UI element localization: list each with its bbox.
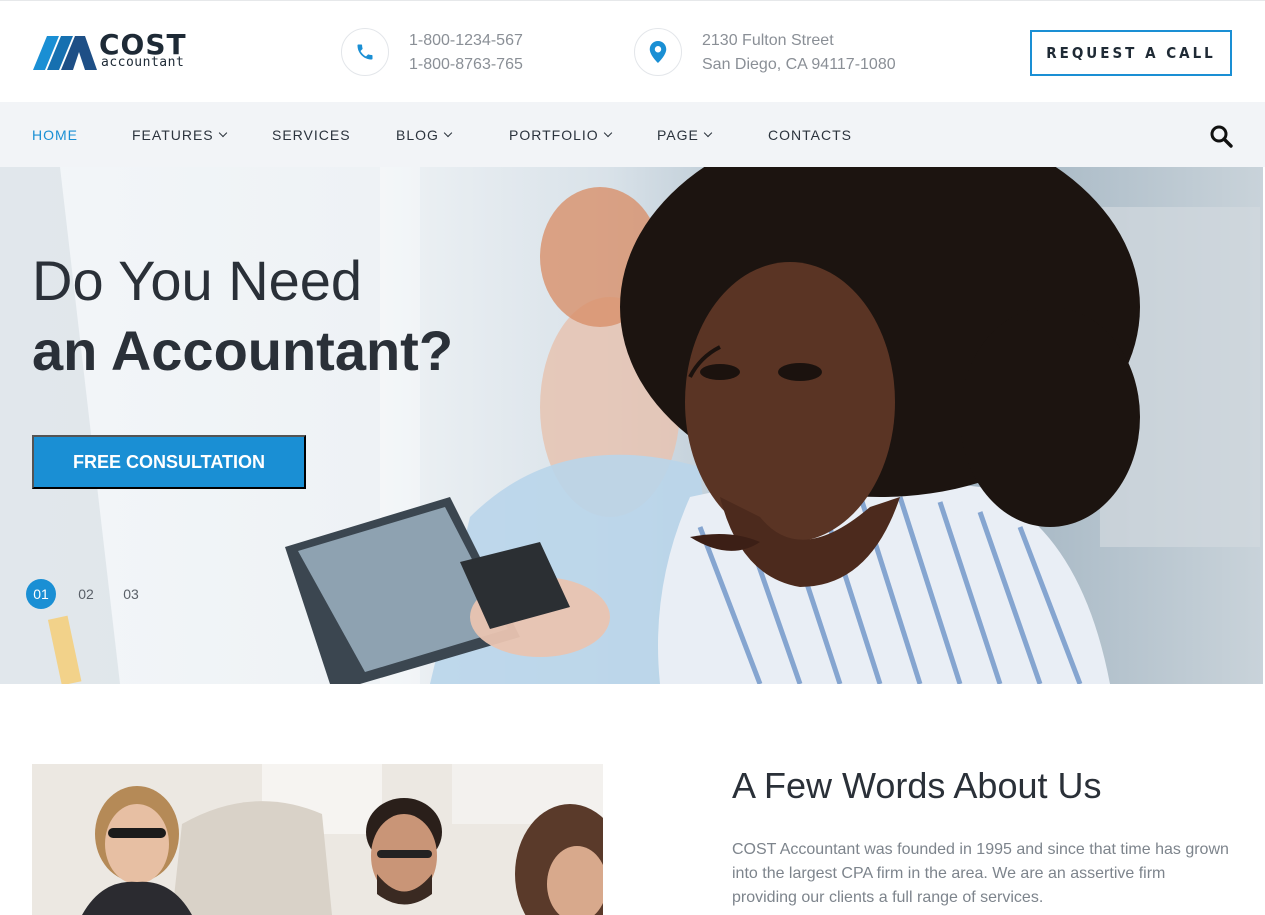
nav-item-portfolio[interactable]: PORTFOLIO xyxy=(509,102,612,167)
main-nav: HOME FEATURES SERVICES BLOG PORTFOLIO PA… xyxy=(0,102,1265,167)
chevron-down-icon xyxy=(443,128,453,138)
address-line-2: San Diego, CA 94117-1080 xyxy=(702,56,896,73)
chevron-down-icon xyxy=(218,128,227,138)
site-logo[interactable]: COST accountant xyxy=(33,29,203,73)
nav-item-label: CONTACTS xyxy=(768,126,852,143)
slide-indicator-3[interactable]: 03 xyxy=(116,579,146,609)
map-pin-icon xyxy=(634,28,682,76)
nav-item-contacts[interactable]: CONTACTS xyxy=(768,102,852,167)
nav-item-services[interactable]: SERVICES xyxy=(272,102,351,167)
about-team-photo xyxy=(32,764,603,915)
about-title: A Few Words About Us xyxy=(732,765,1102,806)
phone-icon xyxy=(341,28,389,76)
hero-photo xyxy=(0,167,1260,684)
chevron-down-icon xyxy=(703,128,713,138)
nav-item-label: HOME xyxy=(32,126,78,143)
chevron-down-icon xyxy=(603,128,612,138)
hero-title-line2: an Accountant? xyxy=(32,319,454,382)
hero-slider: Do You Need an Accountant? FREE CONSULTA… xyxy=(0,167,1263,684)
address-line-1: 2130 Fulton Street xyxy=(702,32,834,49)
nav-item-label: BLOG xyxy=(396,126,439,143)
team-photo-art xyxy=(32,764,603,915)
nav-item-blog[interactable]: BLOG xyxy=(396,102,453,167)
nav-item-label: PAGE xyxy=(657,126,699,143)
nav-item-page[interactable]: PAGE xyxy=(657,102,713,167)
slide-indicator-1[interactable]: 01 xyxy=(26,579,56,609)
nav-item-home[interactable]: HOME xyxy=(32,102,78,167)
nav-item-label: PORTFOLIO xyxy=(509,126,599,143)
phone-number-2[interactable]: 1-800-8763-765 xyxy=(409,53,523,77)
slide-indicator-2[interactable]: 02 xyxy=(71,579,101,609)
phone-number-1[interactable]: 1-800-1234-567 xyxy=(409,29,523,53)
nav-item-label: SERVICES xyxy=(272,126,351,143)
about-text: COST Accountant was founded in 1995 and … xyxy=(732,841,1229,906)
free-consultation-button[interactable]: FREE CONSULTATION xyxy=(32,435,306,489)
nav-item-features[interactable]: FEATURES xyxy=(132,102,227,167)
search-icon[interactable] xyxy=(1208,123,1234,149)
logo-tagline: accountant xyxy=(101,55,185,70)
hero-title-line1: Do You Need xyxy=(32,249,363,312)
request-call-button[interactable]: REQUEST A CALL xyxy=(1030,30,1232,76)
nav-item-label: FEATURES xyxy=(132,126,214,143)
top-header: COST accountant 1-800-1234-567 1-800-876… xyxy=(0,0,1265,102)
logo-mark-icon xyxy=(33,36,97,70)
